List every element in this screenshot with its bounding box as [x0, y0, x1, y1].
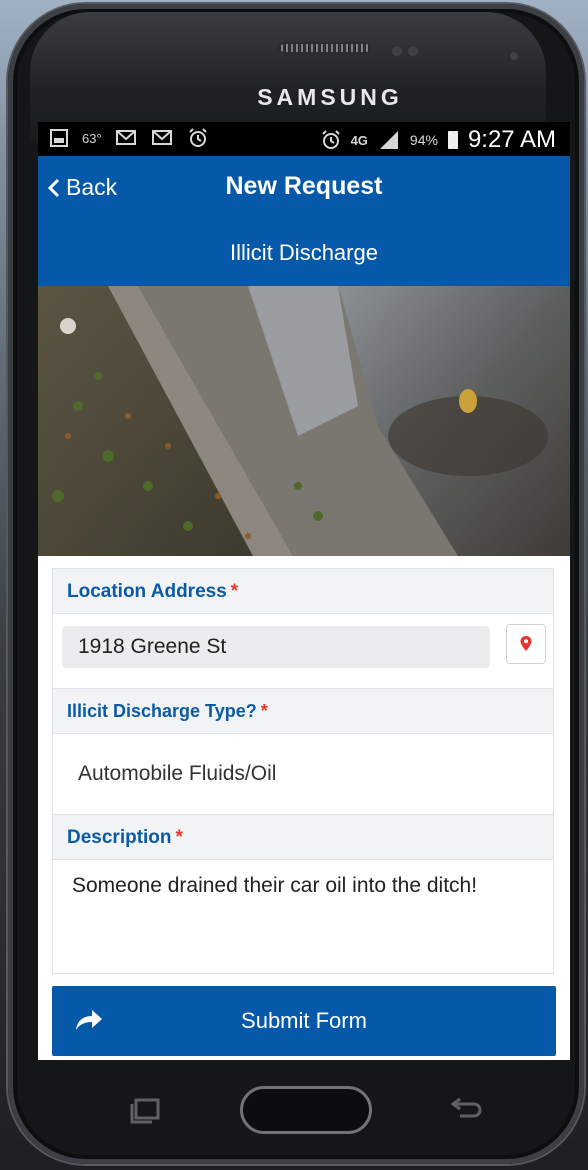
alarm-icon — [321, 130, 340, 149]
back-key-icon[interactable] — [448, 1096, 484, 1122]
hardware-keys — [38, 1060, 570, 1160]
front-sensor — [408, 46, 418, 56]
page-subtitle: Illicit Discharge — [230, 240, 378, 265]
screenshot-icon — [50, 129, 68, 147]
brand-logo: SAMSUNG — [257, 84, 403, 110]
required-mark: * — [260, 701, 268, 721]
report-photo — [38, 286, 570, 556]
recent-apps-icon[interactable] — [128, 1098, 162, 1124]
phone-screen: 63° 4G 94% 9:27 AM Back New Request Illi… — [38, 122, 570, 1060]
submit-label: Submit Form — [241, 1008, 367, 1033]
description-textarea[interactable]: Someone drained their car oil into the d… — [62, 868, 542, 972]
status-bar: 63° 4G 94% 9:27 AM — [38, 122, 570, 156]
battery-percent: 94% — [409, 132, 438, 148]
battery-icon — [447, 131, 458, 149]
clock: 9:27 AM — [467, 126, 556, 153]
map-pin-icon — [520, 636, 532, 651]
discharge-type-label: Illicit Discharge Type? * — [52, 688, 554, 734]
alarm-icon — [188, 128, 207, 147]
home-button[interactable] — [240, 1086, 372, 1134]
required-mark: * — [230, 581, 239, 602]
location-label-text: Location Address — [67, 581, 227, 602]
address-input[interactable]: 1918 Greene St — [62, 626, 490, 668]
network-type: 4G — [350, 132, 368, 148]
required-mark: * — [175, 827, 183, 848]
signal-icon — [379, 131, 398, 149]
front-camera — [510, 52, 518, 60]
email-icon — [115, 130, 136, 145]
front-sensor — [392, 46, 402, 56]
discharge-type-value[interactable]: Automobile Fluids/Oil — [78, 762, 276, 786]
description-label: Description * — [52, 814, 554, 860]
locate-button[interactable] — [506, 624, 546, 664]
temperature: 63° — [82, 130, 102, 146]
discharge-type-label-text: Illicit Discharge Type? — [67, 701, 257, 721]
page-title: New Request — [225, 172, 383, 200]
submit-button[interactable]: Submit Form — [52, 986, 556, 1056]
description-label-text: Description — [67, 827, 172, 848]
location-label: Location Address * — [52, 568, 554, 614]
app-header: Back New Request Illicit Discharge — [38, 156, 570, 286]
email-icon — [151, 130, 172, 145]
earpiece-speaker — [278, 42, 372, 54]
